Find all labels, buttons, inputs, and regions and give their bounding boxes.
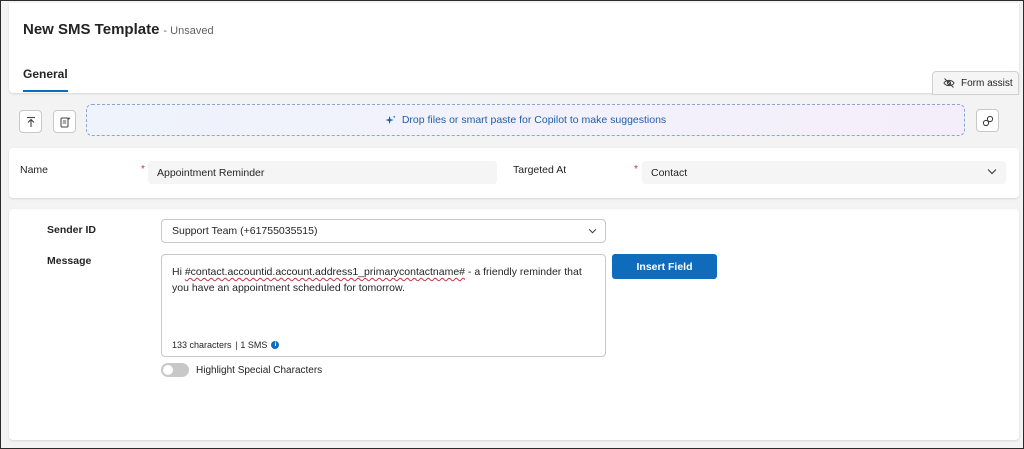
sms-count: | 1 SMS	[235, 340, 268, 350]
name-row-card: Name * Appointment Reminder Targeted At …	[9, 148, 1019, 198]
form-assist-button[interactable]: Form assist	[932, 71, 1019, 95]
name-label: Name	[20, 164, 49, 176]
link-icon	[982, 115, 994, 127]
smart-paste-button[interactable]	[53, 110, 76, 133]
character-count: 133 characters	[172, 340, 232, 350]
save-status: - Unsaved	[163, 25, 214, 37]
info-icon[interactable]: i	[271, 341, 280, 349]
message-textarea[interactable]: Hi #contact.accountid.account.address1_p…	[161, 254, 606, 357]
tab-general[interactable]: General	[23, 67, 68, 92]
message-text: Hi #contact.accountid.account.address1_p…	[172, 264, 597, 296]
dropzone-text: Drop files or smart paste for Copilot to…	[401, 114, 667, 126]
sms-content-card: Sender ID Support Team (+61755035515) Me…	[9, 209, 1019, 440]
message-label: Message	[47, 255, 92, 267]
name-field[interactable]: Appointment Reminder	[148, 161, 497, 184]
sparkle-icon	[385, 114, 396, 126]
header-card: New SMS Template - Unsaved General	[9, 3, 1019, 93]
targeted-at-value: Contact	[651, 166, 688, 179]
chevron-down-icon	[588, 228, 597, 234]
page-title: New SMS Template	[23, 21, 160, 38]
targeted-at-label: Targeted At	[513, 164, 567, 176]
clipboard-sparkle-icon	[59, 116, 71, 128]
form-assist-label: Form assist	[961, 77, 1013, 89]
upload-button[interactable]	[19, 110, 42, 133]
title-row: New SMS Template - Unsaved	[23, 21, 214, 38]
highlight-toggle[interactable]	[161, 363, 189, 377]
sender-id-value: Support Team (+61755035515)	[172, 225, 318, 237]
message-footer: 133 characters | 1 SMS i	[172, 340, 280, 350]
eye-off-icon	[943, 77, 955, 89]
insert-field-button[interactable]: Insert Field	[612, 254, 717, 279]
required-marker: *	[634, 164, 638, 175]
message-prefix: Hi	[172, 266, 185, 278]
link-button[interactable]	[976, 109, 999, 132]
targeted-at-select[interactable]: Contact	[642, 161, 1006, 184]
sender-id-select[interactable]: Support Team (+61755035515)	[161, 219, 606, 243]
sender-id-label: Sender ID	[47, 224, 97, 236]
toggle-knob	[163, 365, 173, 375]
copilot-dropzone[interactable]: Drop files or smart paste for Copilot to…	[86, 104, 965, 136]
chevron-down-icon	[987, 168, 997, 175]
message-field-token: #contact.accountid.account.address1_prim…	[184, 266, 466, 278]
upload-icon	[25, 116, 37, 128]
required-marker: *	[141, 164, 145, 175]
highlight-label: Highlight Special Characters	[196, 364, 323, 376]
highlight-special-characters-toggle-row[interactable]: Highlight Special Characters	[161, 363, 322, 377]
